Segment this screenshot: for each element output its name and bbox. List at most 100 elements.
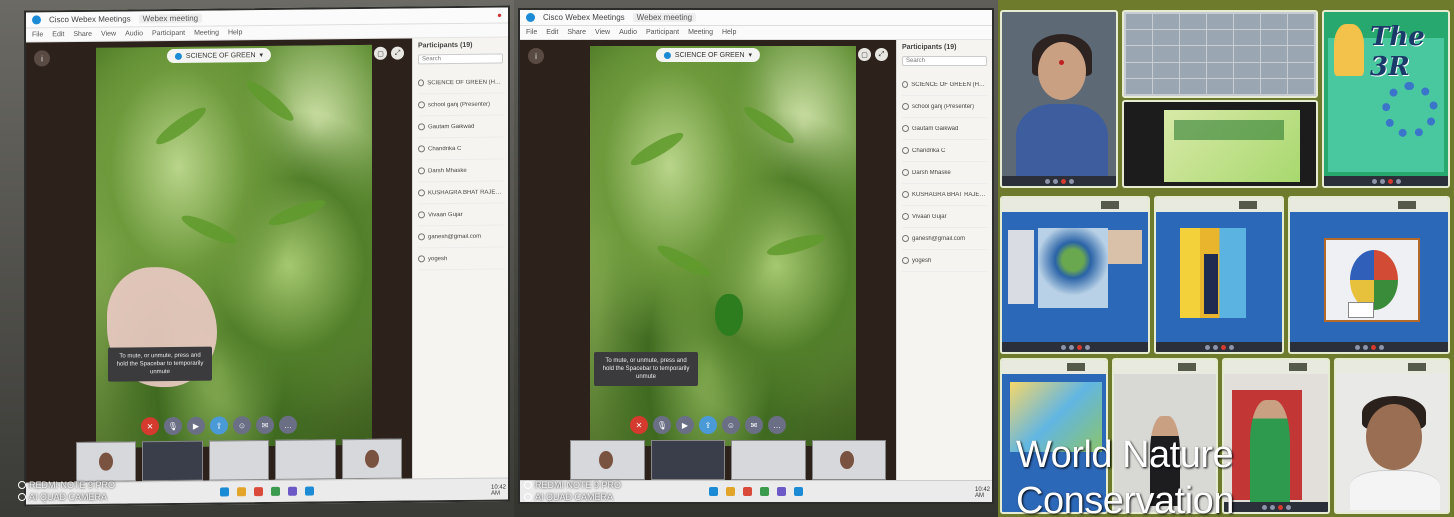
camera-icon — [18, 481, 26, 489]
video-button[interactable]: ▶ — [187, 416, 205, 435]
title-bar: Cisco Webex Meetings Webex meeting — [520, 10, 992, 26]
participant-search-input[interactable]: Search — [902, 56, 987, 66]
info-icon[interactable]: i — [528, 48, 544, 64]
mute-button[interactable]: 🎙 — [653, 416, 671, 434]
browser-icon[interactable] — [254, 487, 263, 497]
fullscreen-icon[interactable]: ⤢ — [875, 48, 888, 61]
sharing-badge[interactable]: SCIENCE OF GREEN ▾ — [655, 48, 761, 62]
avatar — [902, 213, 909, 220]
webex-icon[interactable] — [794, 487, 803, 496]
menu-share[interactable]: Share — [73, 31, 92, 38]
menu-view[interactable]: View — [595, 29, 610, 36]
webex-icon[interactable] — [305, 486, 314, 496]
participant-video-thumb[interactable] — [142, 440, 203, 482]
browser-icon[interactable] — [743, 487, 752, 496]
participant-video-thumb[interactable] — [341, 438, 403, 480]
taskbar-app-icon[interactable] — [709, 487, 718, 496]
video-button[interactable]: ▶ — [676, 416, 694, 434]
menu-meeting[interactable]: Meeting — [194, 30, 219, 37]
menu-view[interactable]: View — [101, 31, 116, 38]
layout-icon[interactable]: ▢ — [374, 46, 387, 60]
webex-icon — [526, 13, 535, 22]
camera-watermark: REDMI NOTE 9 PRO AI QUAD CAMERA — [18, 479, 115, 503]
menu-edit[interactable]: Edit — [546, 29, 558, 36]
menu-meeting[interactable]: Meeting — [688, 29, 713, 36]
student-video-tile — [1222, 358, 1330, 514]
menu-edit[interactable]: Edit — [52, 31, 64, 38]
participant-video-thumb[interactable] — [731, 440, 806, 480]
end-meeting-button[interactable]: ✕ — [630, 416, 648, 434]
participant-row[interactable]: Gautam Gaikwad — [418, 115, 503, 139]
menu-file[interactable]: File — [526, 29, 537, 36]
taskbar-app-icon[interactable] — [220, 487, 229, 497]
taskbar-app-icon[interactable] — [760, 487, 769, 496]
participant-row[interactable]: Darsh Mhaske — [902, 162, 987, 184]
participants-button[interactable]: ☺ — [722, 416, 740, 434]
fullscreen-icon[interactable]: ⤢ — [391, 46, 404, 60]
participant-row[interactable]: Darsh Mhaske — [418, 159, 503, 183]
participant-row[interactable]: KUSHAGRA BHAT RAJESH — [418, 181, 503, 205]
participant-search-input[interactable]: Search — [418, 53, 503, 65]
artwork-paper — [1108, 230, 1142, 264]
participant-strip — [1336, 360, 1448, 374]
info-icon[interactable]: i — [34, 50, 50, 67]
more-options-button[interactable]: … — [768, 416, 786, 434]
call-controls — [1290, 342, 1448, 352]
menu-participant[interactable]: Participant — [646, 29, 679, 36]
participant-row[interactable]: Chandrika C — [902, 140, 987, 162]
menu-file[interactable]: File — [32, 31, 43, 38]
participant-row[interactable]: Gautam Gaikwad — [902, 118, 987, 140]
taskbar-app-icon[interactable] — [271, 486, 280, 496]
participant-row[interactable]: ganesh@gmail.com — [902, 228, 987, 250]
participant-row[interactable]: Vivaan Gujar — [902, 206, 987, 228]
participant-video-thumb[interactable] — [650, 440, 725, 480]
menu-audio[interactable]: Audio — [619, 29, 637, 36]
chat-button[interactable]: ✉ — [256, 415, 274, 435]
leaf-shape — [627, 127, 687, 171]
chat-button[interactable]: ✉ — [745, 416, 763, 434]
sharing-badge[interactable]: SCIENCE OF GREEN ▾ — [166, 47, 272, 64]
participant-row[interactable]: SCIENCE OF GREEN (Host, me) — [418, 71, 503, 95]
share-button[interactable]: ⇪ — [699, 416, 717, 434]
menu-participant[interactable]: Participant — [152, 30, 185, 37]
artwork-paper — [1008, 230, 1034, 304]
meeting-tab[interactable]: Webex meeting — [632, 13, 697, 22]
participant-row[interactable]: Vivaan Gujar — [418, 203, 503, 227]
menu-bar: File Edit Share View Audio Participant M… — [520, 26, 992, 40]
meeting-tab[interactable]: Webex meeting — [138, 13, 203, 24]
taskbar-app-icon[interactable] — [777, 487, 786, 496]
participant-video-thumb[interactable] — [570, 440, 645, 480]
participant-row[interactable]: school ganj (Presenter) — [418, 93, 503, 117]
tree-trunk — [1204, 254, 1218, 314]
participants-panel: Participants (19) Search SCIENCE OF GREE… — [412, 37, 508, 479]
layout-controls: ▢ ⤢ — [858, 48, 888, 61]
taskbar-app-icon[interactable] — [288, 486, 297, 496]
participant-row[interactable]: Chandrika C — [418, 137, 503, 161]
participant-row[interactable]: yogesh — [902, 250, 987, 272]
menu-help[interactable]: Help — [228, 29, 242, 36]
layout-icon[interactable]: ▢ — [858, 48, 871, 61]
more-options-button[interactable]: … — [279, 415, 297, 434]
participant-row[interactable]: SCIENCE OF GREEN (Host, me) — [902, 74, 987, 96]
participant-video-thumb[interactable] — [76, 441, 137, 483]
participants-button[interactable]: ☺ — [233, 416, 251, 435]
participant-row[interactable]: ganesh@gmail.com — [418, 225, 503, 249]
end-meeting-button[interactable]: ✕ — [141, 417, 159, 436]
participant-row[interactable]: yogesh — [418, 247, 503, 271]
share-button[interactable]: ⇪ — [210, 416, 228, 435]
participant-video-thumb[interactable] — [811, 440, 886, 480]
participant-video-thumb[interactable] — [275, 439, 336, 480]
artwork-note — [1348, 302, 1374, 318]
menu-share[interactable]: Share — [567, 29, 586, 36]
participant-video-thumb[interactable] — [208, 439, 270, 481]
participant-row[interactable]: KUSHAGRA BHAT RAJESH — [902, 184, 987, 206]
participant-row[interactable]: school ganj (Presenter) — [902, 96, 987, 118]
camera-icon — [18, 493, 26, 501]
folder-icon[interactable] — [237, 487, 246, 497]
menu-audio[interactable]: Audio — [125, 30, 143, 37]
folder-icon[interactable] — [726, 487, 735, 496]
artwork-tile — [1154, 196, 1284, 354]
mute-button[interactable]: 🎙 — [164, 416, 182, 436]
menu-help[interactable]: Help — [722, 29, 736, 36]
participants-title: Participants (19) — [902, 44, 957, 51]
